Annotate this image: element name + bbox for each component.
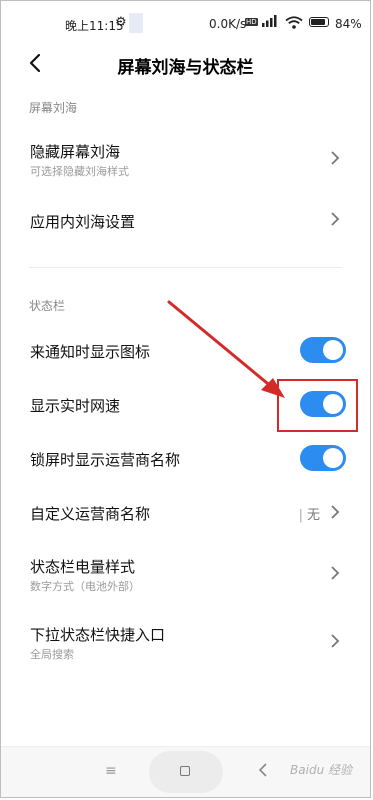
menu-icon[interactable]: ≡	[105, 763, 117, 779]
annotation-arrow	[167, 300, 285, 398]
section-label-notch: 屏幕刘海	[29, 101, 78, 115]
row-title: 自定义运营商名称	[30, 505, 151, 523]
pulldown-shortcut-row[interactable]: 下拉状态栏快捷入口 全局搜索	[1, 619, 370, 669]
chevron-right-icon	[331, 212, 340, 226]
hd-badge: HD	[245, 18, 258, 26]
wifi-icon	[285, 16, 303, 29]
signal-icon	[262, 15, 277, 27]
row-title: 隐藏屏幕刘海	[30, 143, 121, 161]
highlight-box	[277, 379, 358, 432]
row-title: 显示实时网速	[30, 397, 121, 415]
status-bar: 晚上11:15 ⚙ 0.0K/s HD 84%	[1, 1, 370, 45]
row-title: 锁屏时显示运营商名称	[30, 451, 181, 469]
notification-icon	[129, 13, 143, 33]
toggle-switch-notification-icon[interactable]	[300, 337, 346, 363]
home-button[interactable]	[149, 751, 223, 793]
row-title: 状态栏电量样式	[30, 558, 136, 576]
row-value: | 无	[299, 504, 320, 523]
home-icon	[180, 766, 190, 776]
row-subtitle: 数字方式（电池外部）	[30, 580, 140, 593]
battery-percent: 84%	[335, 17, 362, 31]
navigation-bar: ≡ Baidu 经验	[1, 746, 370, 797]
chevron-right-icon	[331, 566, 340, 580]
watermark: Baidu 经验	[290, 763, 352, 777]
hide-notch-row[interactable]: 隐藏屏幕刘海 可选择隐藏刘海样式	[1, 136, 370, 186]
section-divider	[29, 267, 342, 268]
gear-icon: ⚙	[115, 15, 127, 30]
chevron-right-icon	[331, 151, 340, 165]
toggle-knob	[323, 448, 343, 468]
section-label-statusbar: 状态栏	[29, 299, 66, 313]
toggle-switch-carrier-name[interactable]	[300, 445, 346, 471]
back-icon[interactable]	[258, 762, 268, 778]
in-app-notch-row[interactable]: 应用内刘海设置	[1, 201, 370, 241]
phone-screen: 晚上11:15 ⚙ 0.0K/s HD 84% 屏幕刘海与状态栏 屏幕刘海 隐藏…	[0, 0, 371, 798]
battery-icon	[309, 17, 329, 27]
row-subtitle: 全局搜索	[30, 648, 74, 661]
chevron-right-icon	[331, 505, 340, 519]
chevron-right-icon	[331, 634, 340, 648]
row-title: 下拉状态栏快捷入口	[30, 626, 166, 644]
custom-carrier-row[interactable]: 自定义运营商名称 | 无	[1, 493, 370, 533]
net-speed: 0.0K/s	[209, 17, 247, 31]
value-separator: |	[298, 508, 303, 523]
row-title: 应用内刘海设置	[30, 213, 136, 231]
lockscreen-carrier-row[interactable]: 锁屏时显示运营商名称	[1, 439, 370, 479]
row-title: 来通知时显示图标	[30, 343, 151, 361]
carrier-value: 无	[306, 508, 320, 523]
toggle-knob	[323, 340, 343, 360]
page-title: 屏幕刘海与状态栏	[117, 58, 254, 78]
battery-style-row[interactable]: 状态栏电量样式 数字方式（电池外部）	[1, 551, 370, 601]
row-subtitle: 可选择隐藏刘海样式	[30, 165, 129, 178]
